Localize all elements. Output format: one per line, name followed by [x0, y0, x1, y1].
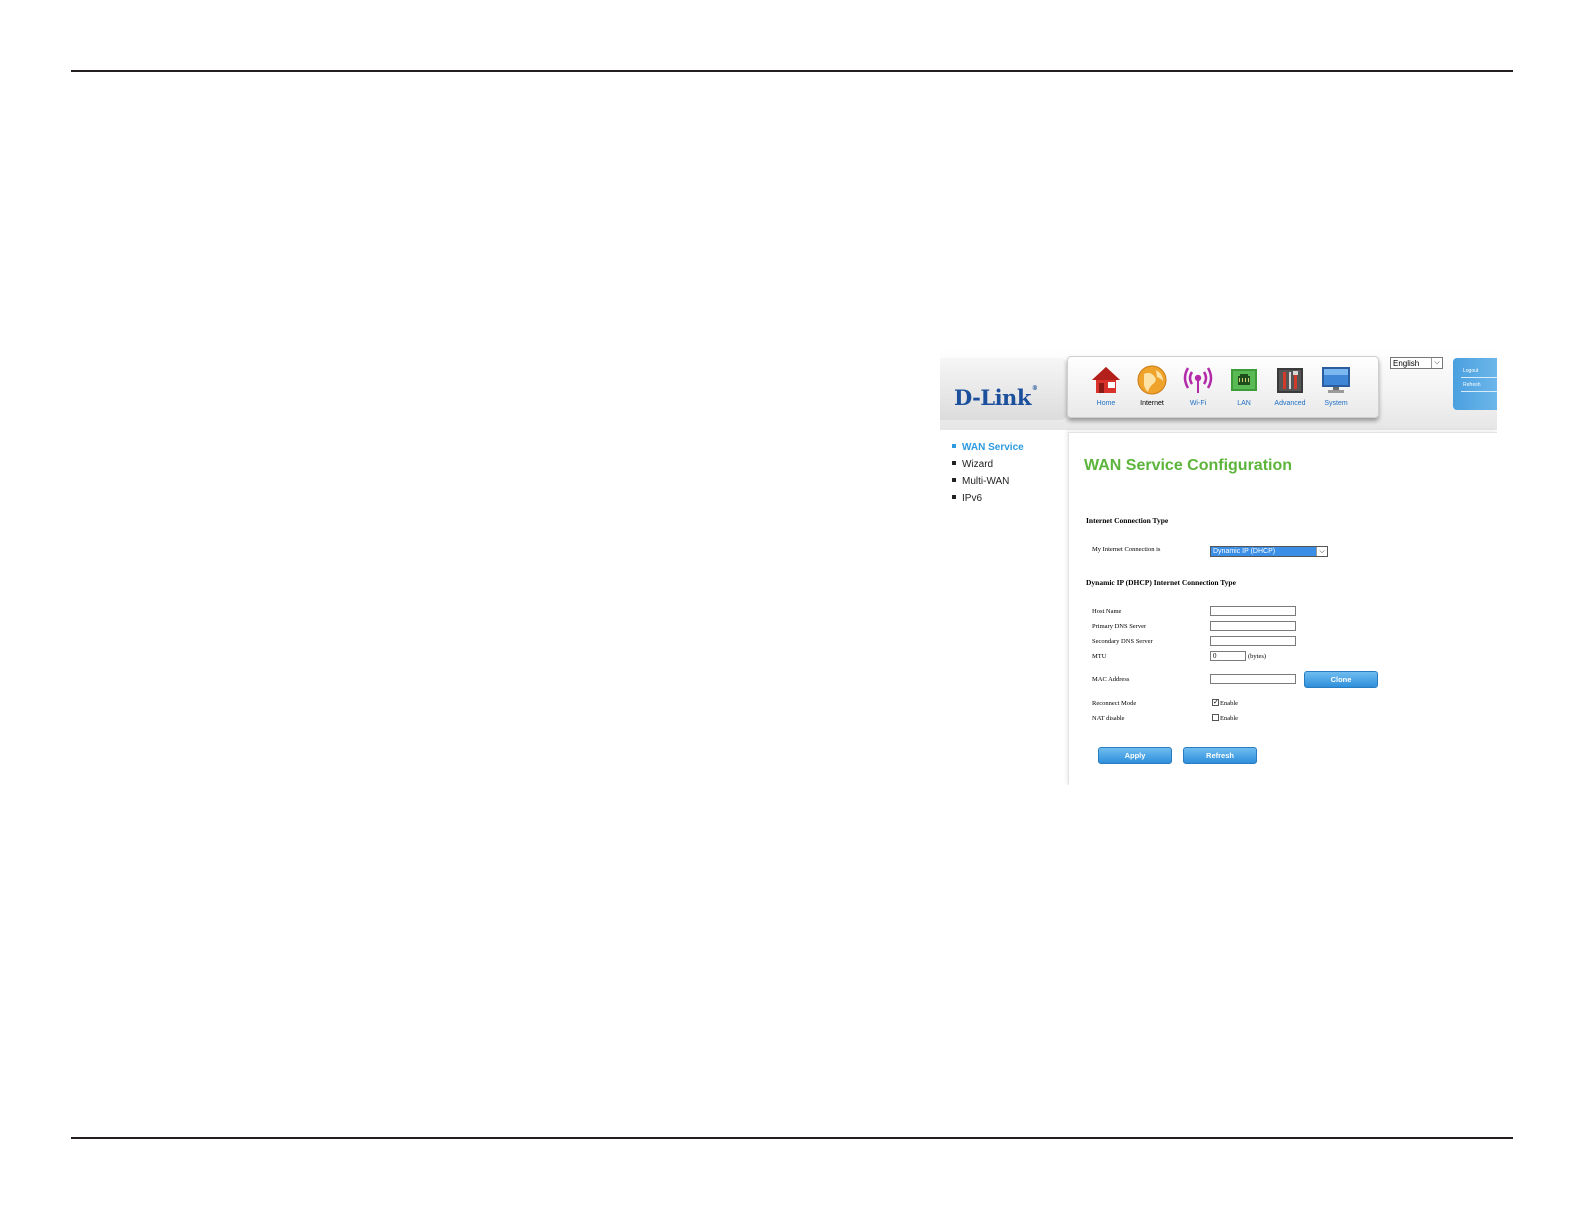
language-value: English: [1393, 359, 1420, 368]
top-rule: [71, 70, 1513, 72]
secondary-dns-input[interactable]: [1210, 636, 1296, 646]
nat-enable-label: Enable: [1220, 715, 1239, 722]
reconnect-enable-label: Enable: [1220, 700, 1239, 707]
mac-address-input[interactable]: [1210, 674, 1296, 684]
connection-type-select[interactable]: Dynamic IP (DHCP) ⌵: [1210, 546, 1328, 557]
nat-disable-label: NAT disable: [1092, 715, 1125, 722]
sidebar-item-ipv6[interactable]: IPv6: [952, 493, 982, 504]
refresh-link[interactable]: Refresh: [1463, 382, 1481, 388]
connection-type-value: Dynamic IP (DHCP): [1211, 547, 1317, 556]
page-title: WAN Service Configuration: [1084, 457, 1293, 474]
apply-button[interactable]: Apply: [1098, 747, 1172, 764]
chevron-down-icon: ⌵: [1316, 547, 1327, 556]
nav-lan[interactable]: LAN: [1221, 361, 1267, 411]
mtu-label: MTU: [1092, 653, 1107, 660]
nav-wifi[interactable]: Wi-Fi: [1175, 361, 1221, 411]
chevron-down-icon: ⌵: [1431, 358, 1442, 368]
lan-icon: [1231, 369, 1257, 391]
primary-dns-label: Primary DNS Server: [1092, 623, 1147, 630]
sidebar-item-multi-wan[interactable]: Multi-WAN: [952, 476, 1009, 487]
sidebar-item-wan-service[interactable]: WAN Service: [952, 442, 1024, 453]
clone-button[interactable]: Clone: [1304, 671, 1378, 688]
bullet-icon: [952, 444, 956, 449]
secondary-dns-label: Secondary DNS Server: [1092, 638, 1153, 645]
bottom-rule: [71, 1137, 1513, 1139]
nav-wifi-label: Wi-Fi: [1189, 400, 1207, 407]
reconnect-enable-checkbox[interactable]: ✓: [1212, 699, 1219, 706]
home-icon: [1092, 367, 1120, 393]
nav-internet[interactable]: Internet: [1129, 361, 1175, 411]
connection-label: My Internet Connection is: [1092, 546, 1161, 553]
section-connection-type: Internet Connection Type: [1086, 516, 1169, 525]
panel-divider: [1461, 377, 1497, 378]
panel-divider: [1461, 391, 1497, 392]
reconnect-mode-label: Reconnect Mode: [1092, 700, 1137, 707]
bullet-icon: [952, 495, 956, 500]
nav-system-label: System: [1324, 400, 1348, 407]
section-dhcp: Dynamic IP (DHCP) Internet Connection Ty…: [1086, 578, 1236, 587]
sidebar-item-wizard[interactable]: Wizard: [952, 459, 993, 470]
content-panel: WAN Service Configuration Internet Conne…: [1068, 432, 1497, 785]
nav-advanced[interactable]: Advanced: [1267, 361, 1313, 411]
nav-lan-label: LAN: [1237, 400, 1251, 407]
nav-advanced-label: Advanced: [1274, 400, 1306, 407]
mac-address-label: MAC Address: [1092, 676, 1130, 683]
wifi-icon: [1183, 367, 1213, 393]
logout-link[interactable]: Logout: [1463, 368, 1478, 374]
host-name-label: Host Name: [1092, 608, 1122, 615]
logo-tab: D-Link®: [940, 358, 1068, 420]
nav-system[interactable]: System: [1313, 361, 1359, 411]
router-ui-screenshot: D-Link® Home Internet Wi-Fi LAN Advanced…: [940, 348, 1497, 785]
nav-internet-label: Internet: [1140, 400, 1164, 407]
tools-icon: [1277, 368, 1303, 393]
refresh-button[interactable]: Refresh: [1183, 747, 1257, 764]
globe-icon: [1137, 365, 1167, 395]
mtu-unit: (bytes): [1248, 653, 1267, 660]
dlink-logo: D-Link®: [954, 385, 1038, 410]
nat-enable-checkbox[interactable]: [1212, 714, 1219, 721]
language-select[interactable]: English ⌵: [1390, 357, 1443, 369]
nav-home-label: Home: [1096, 400, 1116, 407]
host-name-input[interactable]: [1210, 606, 1296, 616]
account-panel: Logout Refresh: [1453, 358, 1497, 410]
bullet-icon: [952, 478, 956, 483]
mtu-input[interactable]: 0: [1210, 651, 1246, 661]
nav-home[interactable]: Home: [1083, 361, 1129, 411]
monitor-icon: [1322, 367, 1350, 393]
bullet-icon: [952, 461, 956, 466]
primary-dns-input[interactable]: [1210, 621, 1296, 631]
top-nav: Home Internet Wi-Fi LAN Advanced System: [1067, 356, 1379, 418]
